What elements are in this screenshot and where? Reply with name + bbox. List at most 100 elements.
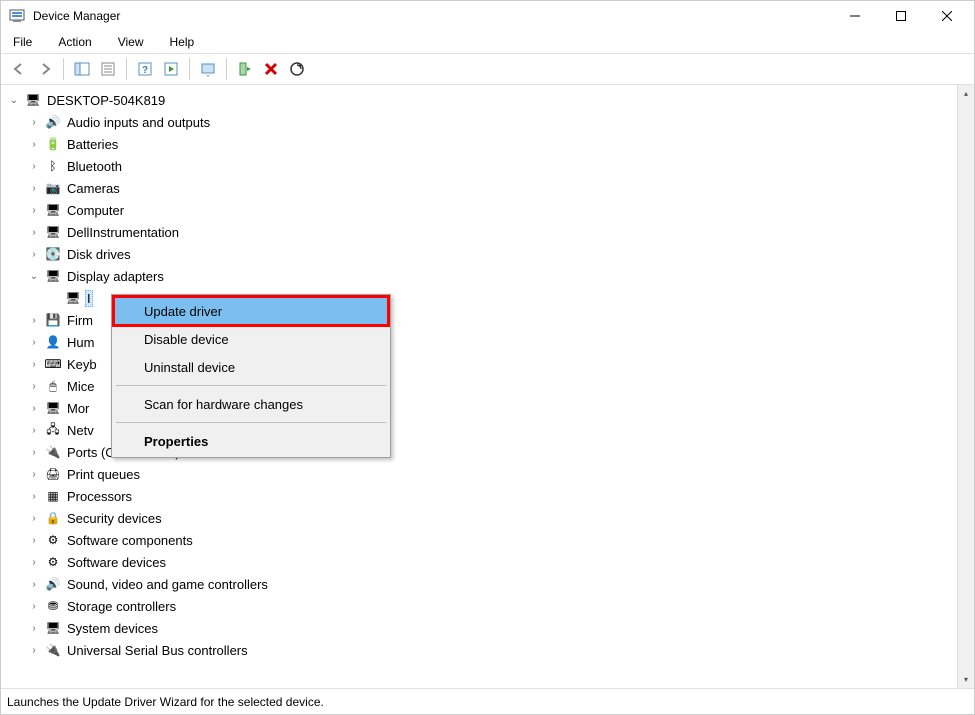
menu-file[interactable]: File [9,33,36,51]
titlebar: Device Manager [1,1,974,31]
tree-node-label: DESKTOP-504K819 [45,92,167,109]
tree-category[interactable]: ›🖥System devices [1,617,957,639]
tree-category[interactable]: ›⚙Software devices [1,551,957,573]
expand-toggle[interactable]: › [27,115,41,129]
expand-toggle[interactable]: › [27,467,41,481]
tree-category[interactable]: ›🔊Audio inputs and outputs [1,111,957,133]
expand-toggle[interactable]: › [27,379,41,393]
close-button[interactable] [924,1,970,31]
device-icon: 🖥 [45,224,61,240]
context-menu-item[interactable]: Scan for hardware changes [114,390,388,418]
expand-toggle[interactable]: › [27,335,41,349]
device-icon: 🖱 [45,378,61,394]
expand-toggle[interactable]: › [27,599,41,613]
toolbar-separator [189,58,190,80]
scroll-track[interactable] [958,102,974,671]
status-text: Launches the Update Driver Wizard for th… [7,695,324,709]
device-icon: 🖥 [45,268,61,284]
device-icon: ⚙ [45,554,61,570]
help-button[interactable]: ? [133,57,157,81]
expand-toggle[interactable]: › [27,511,41,525]
context-menu-separator [116,422,386,423]
scan-hardware-button[interactable] [285,57,309,81]
expand-toggle[interactable]: ⌄ [27,269,41,283]
minimize-button[interactable] [832,1,878,31]
expand-toggle[interactable]: › [27,137,41,151]
expand-toggle[interactable]: ⌄ [7,93,21,107]
expand-toggle[interactable]: › [27,401,41,415]
maximize-button[interactable] [878,1,924,31]
menu-view[interactable]: View [114,33,148,51]
uninstall-button[interactable] [259,57,283,81]
expand-toggle[interactable]: › [27,357,41,371]
enable-device-button[interactable] [233,57,257,81]
expand-toggle[interactable]: › [27,313,41,327]
expand-toggle[interactable]: › [27,621,41,635]
action-button[interactable] [159,57,183,81]
tree-node-label: Cameras [65,180,122,197]
context-menu-item[interactable]: Disable device [114,325,388,353]
expand-toggle[interactable] [47,291,61,305]
properties-button[interactable] [96,57,120,81]
tree-node-label: Processors [65,488,134,505]
update-driver-button[interactable] [196,57,220,81]
expand-toggle[interactable]: › [27,181,41,195]
expand-toggle[interactable]: › [27,225,41,239]
tree-category[interactable]: ›ᛒBluetooth [1,155,957,177]
device-icon: 🔌 [45,444,61,460]
tree-category[interactable]: ›📷Cameras [1,177,957,199]
expand-toggle[interactable]: › [27,159,41,173]
menu-action[interactable]: Action [54,33,95,51]
forward-button[interactable] [33,57,57,81]
device-icon: 🖧 [45,422,61,438]
menubar: File Action View Help [1,31,974,53]
tree-node-label: Sound, video and game controllers [65,576,270,593]
expand-toggle[interactable]: › [27,203,41,217]
context-menu-separator [116,385,386,386]
tree-node-label: Mor [65,400,91,417]
expand-toggle[interactable]: › [27,445,41,459]
tree-category[interactable]: ›⛃Storage controllers [1,595,957,617]
tree-node-label: Hum [65,334,96,351]
context-menu-item[interactable]: Update driver [114,297,388,325]
tree-category[interactable]: ›🖥DellInstrumentation [1,221,957,243]
vertical-scrollbar[interactable]: ▴ ▾ [957,85,974,688]
device-icon: 🔒 [45,510,61,526]
device-icon: ⌨ [45,356,61,372]
toolbar-separator [226,58,227,80]
expand-toggle[interactable]: › [27,533,41,547]
expand-toggle[interactable]: › [27,247,41,261]
tree-node-label: Software components [65,532,195,549]
tree-root[interactable]: ⌄ 🖥DESKTOP-504K819 [1,89,957,111]
tree-category[interactable]: ›🖥Computer [1,199,957,221]
scroll-down-arrow[interactable]: ▾ [958,671,974,688]
expand-toggle[interactable]: › [27,555,41,569]
expand-toggle[interactable]: › [27,577,41,591]
toolbar-separator [126,58,127,80]
tree-category[interactable]: ›🔌Universal Serial Bus controllers [1,639,957,661]
tree-category[interactable]: ›⚙Software components [1,529,957,551]
expand-toggle[interactable]: › [27,643,41,657]
tree-node-label: Mice [65,378,96,395]
context-menu-item[interactable]: Properties [114,427,388,455]
scroll-up-arrow[interactable]: ▴ [958,85,974,102]
device-icon: 🔊 [45,114,61,130]
expand-toggle[interactable]: › [27,489,41,503]
window-title: Device Manager [33,9,832,23]
expand-toggle[interactable]: › [27,423,41,437]
statusbar: Launches the Update Driver Wizard for th… [1,688,974,714]
device-icon: 🖥 [25,92,41,108]
tree-category[interactable]: ›🔊Sound, video and game controllers [1,573,957,595]
tree-category[interactable]: ›🔋Batteries [1,133,957,155]
context-menu-item[interactable]: Uninstall device [114,353,388,381]
tree-category[interactable]: ›🖨Print queues [1,463,957,485]
back-button[interactable] [7,57,31,81]
tree-category[interactable]: ⌄🖥Display adapters [1,265,957,287]
tree-category[interactable]: ›🔒Security devices [1,507,957,529]
show-hide-tree-button[interactable] [70,57,94,81]
tree-category[interactable]: ›▦Processors [1,485,957,507]
tree-category[interactable]: ›💽Disk drives [1,243,957,265]
device-icon: ⛃ [45,598,61,614]
menu-help[interactable]: Help [166,33,199,51]
tree-node-label: Keyb [65,356,99,373]
